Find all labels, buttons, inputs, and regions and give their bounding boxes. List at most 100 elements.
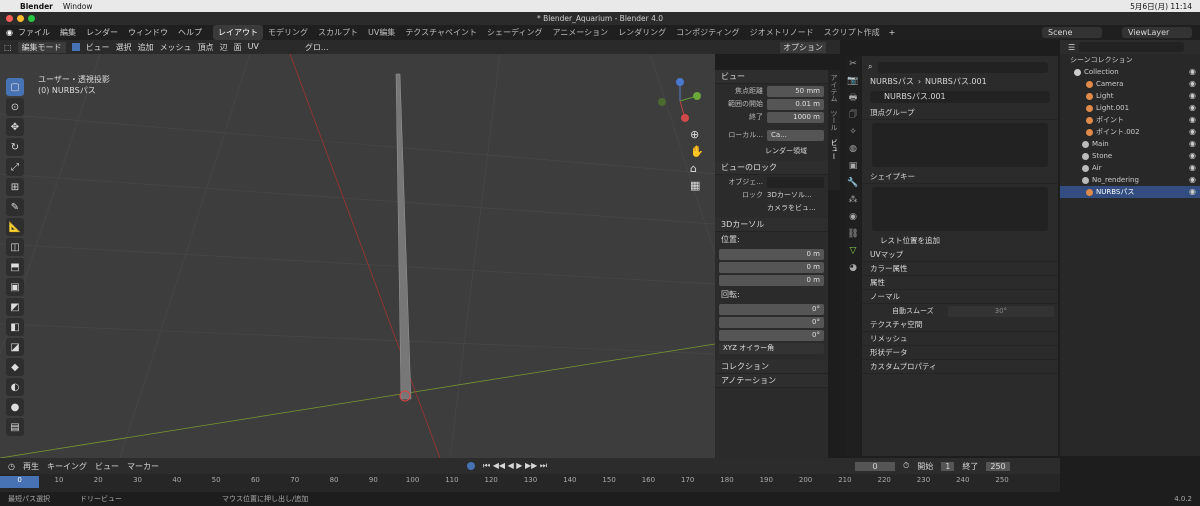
viewlayer-selector[interactable]: ViewLayer	[1122, 27, 1192, 38]
viewport-menu-0[interactable]: ビュー	[86, 42, 110, 53]
minimize-icon[interactable]	[17, 15, 24, 22]
eye-icon[interactable]: ◉	[1189, 90, 1196, 102]
current-frame-field[interactable]: 0	[855, 461, 896, 471]
pan-hand-icon[interactable]: ✋	[690, 143, 704, 160]
end-frame-field[interactable]: 250	[986, 461, 1010, 471]
cursor-ry-field[interactable]: 0°	[719, 316, 824, 328]
material-tab-icon[interactable]: ◕	[845, 260, 861, 277]
measure-icon[interactable]: 📐	[6, 218, 24, 236]
move-icon[interactable]: ✥	[6, 118, 24, 136]
outliner-row[interactable]: Main ◉	[1060, 138, 1200, 150]
eye-icon[interactable]: ◉	[1189, 150, 1196, 162]
extrude-icon[interactable]: ⬒	[6, 258, 24, 276]
cursor-rx-field[interactable]: 0°	[719, 303, 824, 315]
zoom-icon-button[interactable]: ⊕	[690, 126, 704, 143]
tool-tab-icon[interactable]: ✂	[845, 56, 861, 73]
tab-workspace-5[interactable]: シェーディング	[482, 25, 547, 40]
eye-icon[interactable]: ◉	[1189, 78, 1196, 90]
lock-camera-checkbox[interactable]: カメラをビュ...	[767, 203, 816, 213]
world-tab-icon[interactable]: ◍	[845, 141, 861, 158]
3d-cursor-header[interactable]: 3Dカーソル	[715, 218, 828, 232]
render-region-checkbox[interactable]: レンダー領域	[719, 145, 824, 157]
outliner-row[interactable]: Light ◉	[1060, 90, 1200, 102]
transform-orientation[interactable]: グロ...	[305, 42, 329, 53]
tab-workspace-8[interactable]: コンポジティング	[671, 25, 745, 40]
eye-icon[interactable]: ◉	[1189, 174, 1196, 186]
modifier-tab-icon[interactable]: 🔧	[845, 175, 861, 192]
vertex-groups-list[interactable]	[872, 123, 1048, 167]
view-lock-header[interactable]: ビューのロック	[715, 161, 828, 175]
frame-ruler[interactable]: 0 10 20 30 40 50 60 70 80 90 100 110 120 130 140 150 160…	[0, 476, 1060, 488]
local-camera-field[interactable]: Ca...	[767, 129, 824, 141]
auto-smooth-angle[interactable]: 30°	[947, 305, 1054, 317]
tab-workspace-6[interactable]: アニメーション	[547, 25, 613, 40]
navigation-gizmo[interactable]	[655, 76, 705, 126]
shape-keys-list[interactable]	[872, 187, 1048, 231]
output-tab-icon[interactable]: 🖶	[845, 90, 861, 107]
playback-controls[interactable]: ⏮ ◀◀ ◀ ▶ ▶▶ ⏭	[483, 461, 547, 471]
transform-icon[interactable]: ⊞	[6, 178, 24, 196]
record-icon[interactable]	[466, 462, 475, 470]
add-workspace-icon[interactable]: +	[889, 28, 896, 37]
tab-workspace-2[interactable]: スカルプト	[313, 25, 363, 40]
outliner-row[interactable]: Air ◉	[1060, 162, 1200, 174]
tab-workspace-10[interactable]: スクリプト作成	[819, 25, 885, 40]
clip-start-field[interactable]: 0.01 m	[767, 98, 824, 110]
cursor-icon[interactable]: ⊙	[6, 98, 24, 116]
blender-logo-icon[interactable]: ◉	[6, 28, 13, 37]
marker-menu[interactable]: マーカー	[127, 461, 159, 472]
scene-collection-label[interactable]: シーンコレクション	[1060, 54, 1200, 66]
knife-icon[interactable]: ◪	[6, 338, 24, 356]
viewport-menu-1[interactable]: 選択	[116, 42, 132, 53]
bevel-icon[interactable]: ◩	[6, 298, 24, 316]
viewport-menu-7[interactable]: UV	[248, 42, 259, 53]
playback-menu[interactable]: 再生	[23, 461, 39, 472]
eye-icon[interactable]: ◉	[1189, 162, 1196, 174]
vertex-groups-header[interactable]: 頂点グループ	[862, 106, 1058, 120]
poly-build-icon[interactable]: ◆	[6, 358, 24, 376]
tab-workspace-3[interactable]: UV編集	[363, 25, 400, 40]
shape-keys-header[interactable]: シェイプキー	[862, 170, 1058, 184]
menu-1[interactable]: 編集	[55, 27, 81, 38]
3d-viewport[interactable]: ユーザー・透視投影 (0) NURBSパス ⊕ ✋ ⌂ ▦	[0, 54, 715, 458]
loop-cut-icon[interactable]: ◧	[6, 318, 24, 336]
options-menu[interactable]: オプション	[780, 41, 826, 53]
keying-menu[interactable]: キーイング	[47, 461, 87, 472]
menu-2[interactable]: レンダー	[81, 27, 123, 38]
data-tab-icon[interactable]: ▽	[845, 243, 861, 260]
properties-search-input[interactable]	[878, 61, 1048, 73]
annotate-icon[interactable]: ✎	[6, 198, 24, 216]
render-tab-icon[interactable]: 📷	[845, 73, 861, 90]
lock-object-field[interactable]	[767, 176, 824, 188]
sidebar-tab-2[interactable]: ビュー	[828, 135, 840, 164]
constraints-tab-icon[interactable]: ⛓	[845, 226, 861, 243]
select-mode-vertex-icon[interactable]	[71, 43, 80, 51]
cursor-y-field[interactable]: 0 m	[719, 261, 824, 273]
props-section2-1[interactable]: リメッシュ	[862, 332, 1058, 346]
viewport-menu-4[interactable]: 頂点	[198, 42, 214, 53]
props-section2-2[interactable]: 形状データ	[862, 346, 1058, 360]
ortho-grid-icon[interactable]: ▦	[690, 177, 704, 194]
outliner-row[interactable]: No_rendering ◉	[1060, 174, 1200, 186]
menu-0[interactable]: ファイル	[13, 27, 55, 38]
timeline-editor-icon[interactable]: ◷	[8, 462, 15, 471]
props-section-1[interactable]: カラー属性	[862, 262, 1058, 276]
props-section2-3[interactable]: カスタムプロパティ	[862, 360, 1058, 374]
smooth-icon[interactable]: ●	[6, 398, 24, 416]
datablock-field[interactable]: NURBSパス.001	[870, 91, 1050, 103]
tab-workspace-4[interactable]: テクスチャペイント	[400, 25, 482, 40]
cursor-z-field[interactable]: 0 m	[719, 274, 824, 286]
inset-icon[interactable]: ▣	[6, 278, 24, 296]
particles-tab-icon[interactable]: ⁂	[845, 192, 861, 209]
rest-position-checkbox[interactable]: レスト位置を追加	[862, 234, 1058, 248]
props-section-0[interactable]: UVマップ	[862, 248, 1058, 262]
tab-workspace-9[interactable]: ジオメトリノード	[745, 25, 819, 40]
eye-icon[interactable]: ◉	[1189, 102, 1196, 114]
outliner-row[interactable]: Light.001 ◉	[1060, 102, 1200, 114]
scene-selector[interactable]: Scene	[1042, 27, 1102, 38]
rotation-mode-dropdown[interactable]: XYZ オイラー角	[719, 342, 824, 354]
clip-end-field[interactable]: 1000 m	[767, 111, 824, 123]
search-icon[interactable]: ⌕	[868, 62, 872, 72]
view-section-header[interactable]: ビュー	[715, 70, 828, 84]
app-menu[interactable]: Blender	[20, 2, 53, 11]
